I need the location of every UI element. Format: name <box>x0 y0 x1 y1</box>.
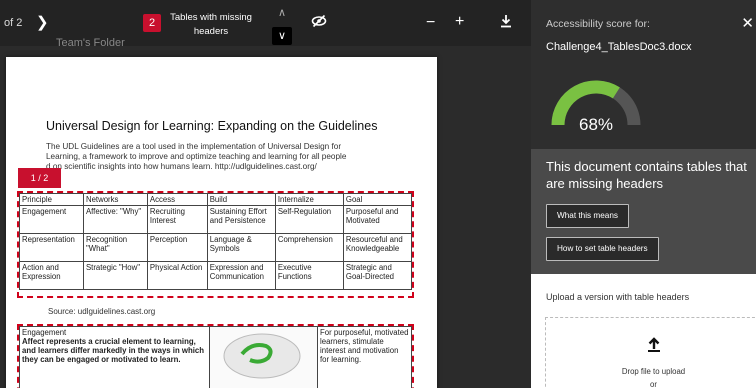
table-cell: Action and Expression <box>19 261 84 290</box>
table-cell: Resourceful and Knowledgeable <box>342 233 413 262</box>
issue-page-badge[interactable]: 1 / 2 <box>18 168 61 188</box>
table-cell: Affective: "Why" <box>82 205 148 234</box>
table-cell: Goal <box>342 193 413 206</box>
intro-line: d on scientific insights into how humans… <box>46 162 317 171</box>
folder-label: Team's Folder <box>56 37 125 49</box>
brain-image <box>223 333 301 379</box>
table-cell: Physical Action <box>146 261 208 290</box>
table-row: Representation Recognition "What" Percepti… <box>19 233 413 262</box>
next-page-icon[interactable]: ❯ <box>36 13 49 31</box>
table-cell: Executive Functions <box>274 261 344 290</box>
document-page: Team's Folder Universal Design for Learn… <box>6 37 437 388</box>
document-title: Universal Design for Learning: Expanding… <box>46 119 378 133</box>
engagement-heading: Engagement <box>22 328 67 337</box>
file-dropzone[interactable]: Drop file to upload or <box>545 317 756 388</box>
zoom-out-button[interactable]: − <box>426 14 435 32</box>
engagement-text: Affect represents a crucial element to l… <box>22 337 204 364</box>
table-cell: Perception <box>146 233 208 262</box>
table-cell: Sustaining Effort and Persistence <box>206 205 276 234</box>
drop-or-text: or <box>650 380 657 388</box>
table-cell: Principle <box>19 193 84 206</box>
table-cell: Networks <box>82 193 148 206</box>
table-cell: Comprehension <box>274 233 344 262</box>
udl-table: Principle Networks Access Build Internalize G… <box>19 193 413 290</box>
issue-type-label: Tables with missing headers <box>170 12 252 37</box>
table-row: Action and Expression Strategic "How" Phys… <box>19 261 413 290</box>
score-label: Accessibility score for: <box>546 18 650 30</box>
accessibility-panel: Accessibility score for: Challenge4_Tabl… <box>531 0 756 388</box>
download-icon[interactable] <box>500 14 512 31</box>
intro-line: The UDL Guidelines are a tool used in th… <box>46 142 342 151</box>
table-cell: Access <box>146 193 208 206</box>
chevron-down-icon[interactable]: ∨ <box>272 27 292 45</box>
document-intro: The UDL Guidelines are a tool used in th… <box>46 142 376 172</box>
engagement-table: Engagement Affect represents a crucial e… <box>19 326 412 388</box>
issue-message: This document contains tables that are m… <box>546 159 747 191</box>
table-cell: Expression and Communication <box>206 261 276 290</box>
what-this-means-button[interactable]: What this means <box>546 204 629 228</box>
issue-count-badge: 2 <box>143 14 161 32</box>
issue-message-box: This document contains tables that are m… <box>531 149 756 274</box>
table-cell: Internalize <box>274 193 344 206</box>
document-viewer: of 2 ❯ 2 Tables with missing headers ∧ ∨… <box>0 0 531 388</box>
table-row: Engagement Affective: "Why" Recruiting Int… <box>19 205 413 234</box>
table-header-row: Principle Networks Access Build Internalize G… <box>19 193 413 206</box>
table-cell: Strategic "How" <box>82 261 148 290</box>
table-cell: Representation <box>19 233 84 262</box>
table-cell: Self-Regulation <box>274 205 344 234</box>
table-cell: Strategic and Goal-Directed <box>342 261 413 290</box>
eye-off-icon[interactable] <box>311 14 327 31</box>
score-gauge: 68% <box>551 80 641 133</box>
upload-icon <box>647 336 661 357</box>
table-cell: Recruiting Interest <box>146 205 208 234</box>
engagement-cell: Engagement Affect represents a crucial e… <box>19 326 210 388</box>
drop-text: Drop file to upload <box>621 367 686 376</box>
table-source: Source: udlguidelines.cast.org <box>48 307 156 316</box>
chevron-up-icon[interactable]: ∧ <box>272 4 292 22</box>
zoom-in-button[interactable]: + <box>455 13 464 31</box>
table-cell: Build <box>206 193 276 206</box>
how-to-set-headers-button[interactable]: How to set table headers <box>546 237 659 261</box>
page-counter: of 2 <box>4 17 23 29</box>
brain-image-cell <box>209 326 318 388</box>
upload-section: Upload a version with table headers Drop… <box>531 274 756 388</box>
intro-line: Learning, a framework to improve and opt… <box>46 152 347 161</box>
score-value: 68% <box>579 115 613 133</box>
table-cell: Purposeful and Motivated <box>342 205 413 234</box>
table-cell: Engagement <box>19 205 84 234</box>
table-cell: Language & Symbols <box>206 233 276 262</box>
table-cell: Recognition "What" <box>82 233 148 262</box>
file-name: Challenge4_TablesDoc3.docx <box>546 41 692 53</box>
close-icon[interactable]: ✕ <box>741 14 754 32</box>
engagement-goal-cell: For purposeful, motivated learners, stim… <box>317 326 412 388</box>
upload-title: Upload a version with table headers <box>546 292 690 302</box>
